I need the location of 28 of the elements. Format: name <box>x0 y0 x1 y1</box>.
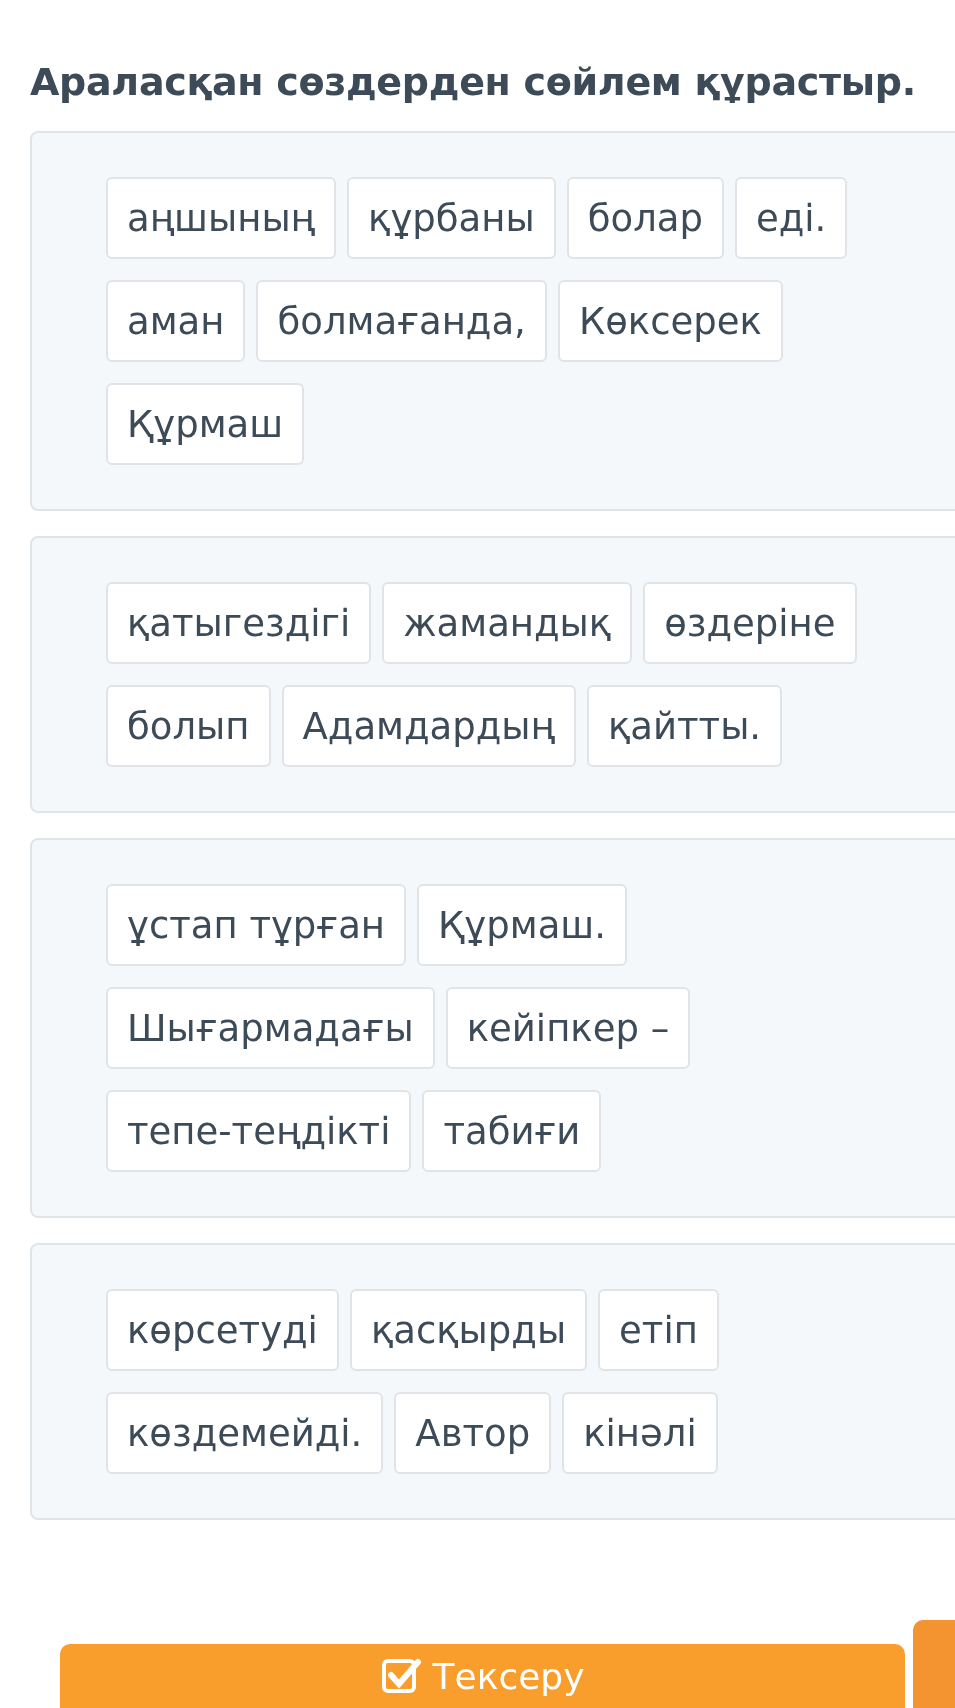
word-chip[interactable]: қайтты. <box>587 685 783 767</box>
word-chip[interactable]: жамандық <box>382 582 633 664</box>
word-chip[interactable]: қатыгездігі <box>106 582 372 664</box>
word-chip[interactable]: аман <box>106 280 246 362</box>
word-chip[interactable]: ұстап тұрған <box>106 884 407 966</box>
word-chip[interactable]: тепе-теңдікті <box>106 1090 412 1172</box>
word-chip[interactable]: құрбаны <box>347 177 556 259</box>
word-chip[interactable]: табиғи <box>422 1090 602 1172</box>
word-chip[interactable]: қасқырды <box>349 1289 588 1371</box>
word-chip[interactable]: етіп <box>598 1289 719 1371</box>
word-chip[interactable]: көздемейді. <box>106 1392 384 1474</box>
word-chip[interactable]: Құрмаш <box>106 383 305 465</box>
word-chip[interactable]: болар <box>566 177 724 259</box>
word-chip[interactable]: кінәлі <box>562 1392 718 1474</box>
word-chip[interactable]: еді. <box>734 177 848 259</box>
word-chip[interactable]: Автор <box>394 1392 552 1474</box>
word-chip[interactable]: көрсетуді <box>106 1289 339 1371</box>
checkbox-tick-icon <box>380 1656 421 1696</box>
word-chip[interactable]: Көксерек <box>557 280 783 362</box>
word-chip[interactable]: Құрмаш. <box>417 884 627 966</box>
word-chip[interactable]: өздеріне <box>643 582 857 664</box>
word-chip[interactable]: кейіпкер – <box>445 987 691 1069</box>
word-chip[interactable]: аңшының <box>106 177 337 259</box>
word-chip[interactable]: болып <box>106 685 271 767</box>
word-chip[interactable]: Шығармадағы <box>106 987 435 1069</box>
word-chip[interactable]: Адамдардың <box>281 685 576 767</box>
word-chip[interactable]: болмағанда, <box>256 280 547 362</box>
task-title: Араласқан сөздерден сөйлем құрастыр. <box>29 59 917 106</box>
